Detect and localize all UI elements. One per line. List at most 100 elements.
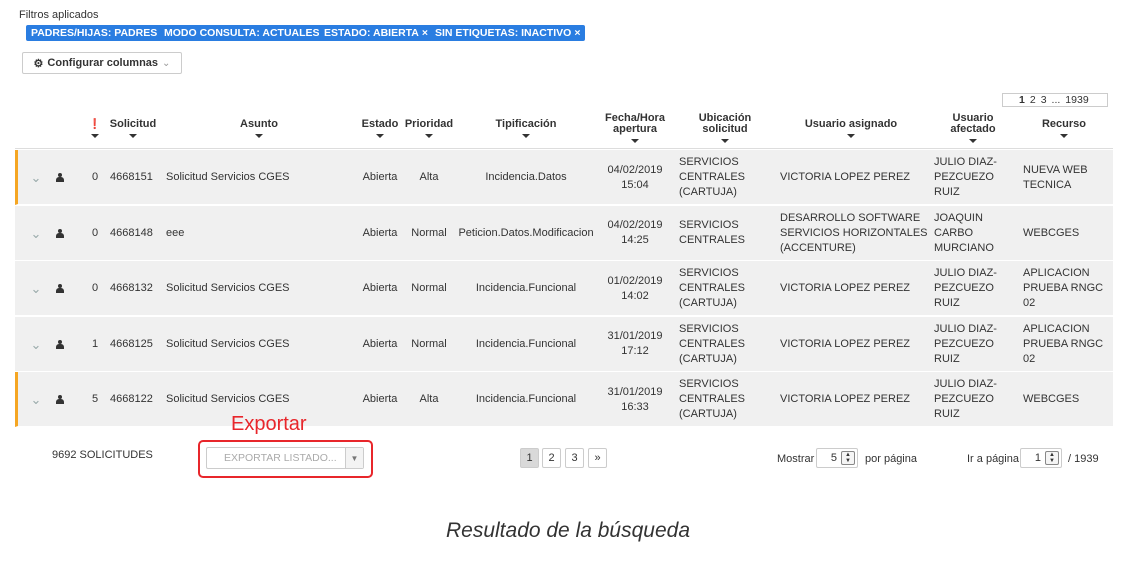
fecha-apertura: 31/01/2019 16:33 xyxy=(601,372,669,427)
recurso-line: PRUEBA RNGC xyxy=(1023,282,1104,294)
export-list-select[interactable]: EXPORTAR LISTADO... ▼ xyxy=(206,447,364,469)
header-label: Asunto xyxy=(240,117,278,130)
ubicacion-line: (CARTUJA) xyxy=(679,352,737,365)
spinner-arrows-icon[interactable]: ▲ ▼ xyxy=(841,451,855,465)
tipificacion: Peticion.Datos.Modificacion xyxy=(458,226,594,239)
fecha-apertura: 04/02/2019 14:25 xyxy=(601,206,669,261)
chevron-down-icon: ⌄ xyxy=(162,57,171,69)
configure-columns-label: Configurar columnas xyxy=(47,57,159,69)
next-page-button[interactable]: » xyxy=(588,448,607,468)
sort-estado[interactable]: Estado xyxy=(359,107,401,149)
dropdown-arrow-icon[interactable]: ▼ xyxy=(345,448,363,468)
sort-asunto[interactable]: Asunto xyxy=(165,107,353,149)
filters-label: Filtros aplicados xyxy=(19,9,99,21)
ubicacion-line: CENTRALES xyxy=(679,337,746,350)
goto-page-stepper[interactable]: 1 ▲ ▼ xyxy=(1020,448,1062,468)
sort-prioridad[interactable]: Prioridad xyxy=(403,107,455,149)
table-row[interactable]: ⌄ 0 4668132 Solicitud Servicios CGES Abierta… xyxy=(15,261,1113,316)
expand-chevron-icon[interactable]: ⌄ xyxy=(29,261,43,316)
page-current[interactable]: 1 xyxy=(1019,94,1025,106)
filter-chip[interactable]: ESTADO: ABIERTA × xyxy=(319,25,434,41)
filter-chip[interactable]: PADRES/HIJAS: PADRES xyxy=(26,25,163,41)
fecha-date: 04/02/2019 xyxy=(607,219,663,231)
table-row[interactable]: ⌄ 1 4668125 Solicitud Servicios CGES Abierta… xyxy=(15,316,1113,372)
ubicacion: SERVICIOS CENTRALES xyxy=(679,206,775,261)
ubicacion: SERVICIOS CENTRALES (CARTUJA) xyxy=(679,372,775,427)
usuario-afectado: JULIO DIAZ- PEZCUEZO RUIZ xyxy=(934,150,1018,205)
header-label: afectado xyxy=(950,123,996,135)
exclamation-icon: ❗ xyxy=(88,118,102,130)
estado: Abierta xyxy=(362,337,398,350)
table-row[interactable]: ⌄ 0 4668151 Solicitud Servicios CGES Abierta… xyxy=(15,150,1113,205)
recurso: APLICACION PRUEBA RNGC 02 xyxy=(1023,261,1111,316)
usuario-asignado-line: SERVICIOS HORIZONTALES xyxy=(780,226,928,239)
recurso-line: TECNICA xyxy=(1023,178,1072,191)
page-link[interactable]: 3 xyxy=(1041,94,1047,106)
expand-chevron-icon[interactable]: ⌄ xyxy=(29,206,43,261)
fecha-time: 17:12 xyxy=(621,345,649,357)
page-button-1[interactable]: 1 xyxy=(520,448,539,468)
spinner-arrows-icon[interactable]: ▲ ▼ xyxy=(1045,451,1059,465)
table-row[interactable]: ⌄ 5 4668122 Solicitud Servicios CGES Abierta… xyxy=(15,372,1113,427)
fecha-apertura: 01/02/2019 14:02 xyxy=(601,261,669,316)
fecha-time: 15:04 xyxy=(621,178,649,191)
sort-priority-flag[interactable]: ❗ xyxy=(85,107,105,149)
expand-chevron-icon[interactable]: ⌄ xyxy=(29,150,43,205)
tipificacion: Incidencia.Datos xyxy=(485,171,567,183)
usuario-afectado-line: JULIO DIAZ- xyxy=(934,267,997,279)
sort-caret-icon xyxy=(721,139,729,143)
close-icon[interactable]: × xyxy=(574,27,580,39)
asunto: Solicitud Servicios CGES xyxy=(166,282,290,294)
sort-fecha[interactable]: Fecha/Hora apertura xyxy=(601,107,669,149)
header-label: apertura xyxy=(612,123,658,135)
page-last[interactable]: 1939 xyxy=(1065,94,1088,106)
expand-chevron-icon[interactable]: ⌄ xyxy=(29,372,43,427)
usuario-asignado-line: DESARROLLO SOFTWARE xyxy=(780,211,921,224)
page-button-2[interactable]: 2 xyxy=(542,448,561,468)
sort-usuario-afectado[interactable]: Usuario afectado xyxy=(931,107,1015,149)
user-icon xyxy=(53,317,67,372)
usuario-asignado-line: (ACCENTURE) xyxy=(780,241,856,254)
tipificacion: Incidencia.Funcional xyxy=(475,282,577,294)
estado: Abierta xyxy=(362,226,398,239)
filter-chip[interactable]: SIN ETIQUETAS: INACTIVO × xyxy=(430,25,586,41)
row-count: 0 xyxy=(91,171,99,183)
ubicacion-line: (CARTUJA) xyxy=(679,186,737,198)
sort-ubicacion[interactable]: Ubicación solicitud xyxy=(675,107,775,149)
usuario-afectado-line: PEZCUEZO xyxy=(934,282,994,294)
user-icon xyxy=(53,150,67,205)
tipificacion: Incidencia.Funcional xyxy=(475,393,577,405)
close-icon[interactable]: × xyxy=(422,27,428,39)
header-label: Usuario asignado xyxy=(804,117,898,130)
fecha-time: 16:33 xyxy=(621,400,649,413)
fecha-date: 31/01/2019 xyxy=(607,330,663,342)
fecha-time: 14:25 xyxy=(621,234,649,246)
sort-usuario-asignado[interactable]: Usuario asignado xyxy=(779,107,923,149)
usuario-afectado-line: PEZCUEZO xyxy=(934,393,994,405)
header-label: Recurso xyxy=(1041,117,1087,130)
sort-solicitud[interactable]: Solicitud xyxy=(105,107,161,149)
configure-columns-button[interactable]: ⚙ Configurar columnas ⌄ xyxy=(22,52,182,74)
per-page-stepper[interactable]: 5 ▲ ▼ xyxy=(816,448,858,468)
usuario-afectado: JOAQUIN CARBO MURCIANO xyxy=(934,206,1018,261)
sort-recurso[interactable]: Recurso xyxy=(1019,107,1109,149)
recurso-line: WEBCGES xyxy=(1023,393,1080,405)
prioridad: Normal xyxy=(411,282,447,294)
page-link[interactable]: 2 xyxy=(1030,94,1036,106)
table-row[interactable]: ⌄ 0 4668148 eee Abierta Normal Peticion.Datos.… xyxy=(15,205,1113,261)
filter-chip[interactable]: MODO CONSULTA: ACTUALES xyxy=(159,25,325,41)
ubicacion: SERVICIOS CENTRALES (CARTUJA) xyxy=(679,317,775,372)
asunto: Solicitud Servicios CGES xyxy=(166,337,290,350)
export-placeholder: EXPORTAR LISTADO... xyxy=(224,452,337,464)
usuario-afectado-line: PEZCUEZO xyxy=(934,171,994,183)
sort-tipificacion[interactable]: Tipificación xyxy=(459,107,593,149)
prioridad: Alta xyxy=(419,171,439,183)
recurso: APLICACION PRUEBA RNGC 02 xyxy=(1023,317,1111,372)
page-button-3[interactable]: 3 xyxy=(565,448,584,468)
sort-caret-icon xyxy=(969,139,977,143)
usuario-afectado-line: MURCIANO xyxy=(934,241,994,254)
sort-caret-icon xyxy=(425,133,433,138)
fecha-date: 04/02/2019 xyxy=(607,163,663,176)
expand-chevron-icon[interactable]: ⌄ xyxy=(29,317,43,372)
gear-icon: ⚙ xyxy=(33,57,44,70)
